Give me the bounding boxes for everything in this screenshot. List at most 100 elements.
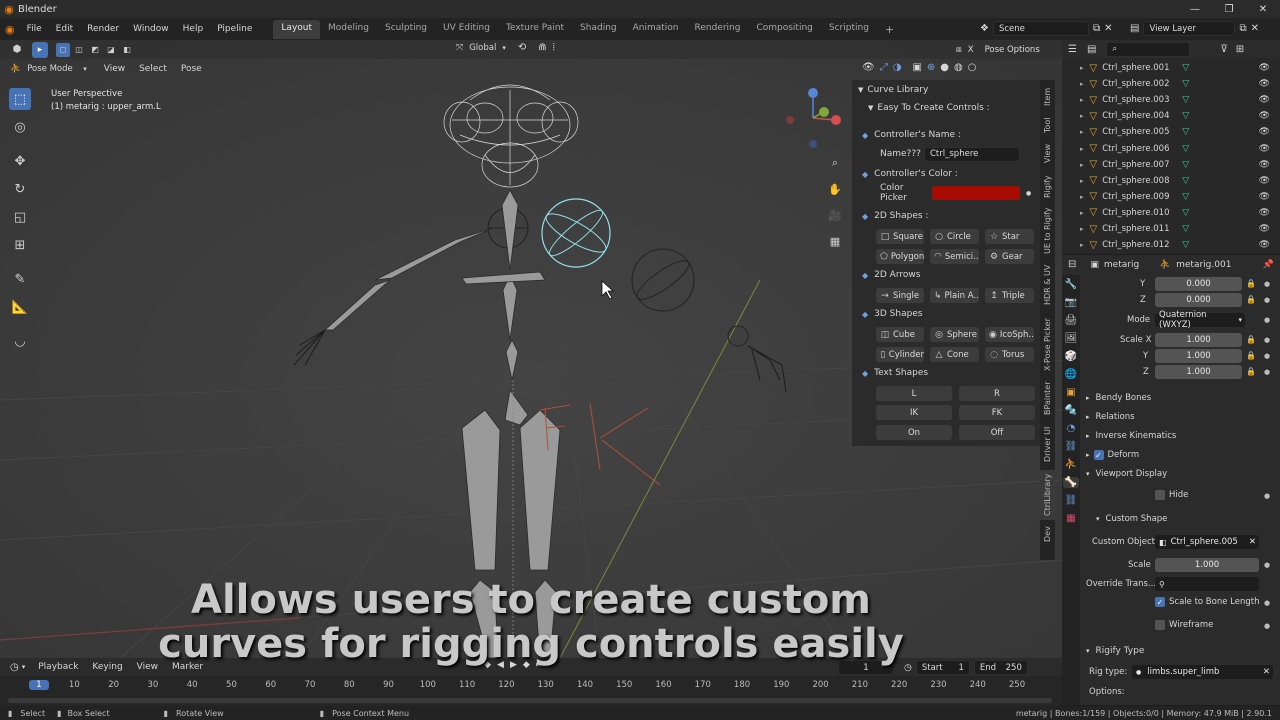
transform-icon[interactable]: ⊞ <box>9 234 31 256</box>
chevron-down-icon[interactable]: ▾ <box>502 44 506 52</box>
tab-scripting[interactable]: Scripting <box>821 20 877 39</box>
tab-compositing[interactable]: Compositing <box>748 20 820 39</box>
cube-button[interactable]: ◫ Cube <box>876 327 924 342</box>
viewport-menu-pose[interactable]: Pose <box>174 64 209 74</box>
eye-icon[interactable]: 👁 <box>1259 240 1270 250</box>
tab-bpainter[interactable]: BPainter <box>1040 378 1055 418</box>
lock-icon[interactable]: 🔒 <box>1246 335 1256 344</box>
rotate-icon[interactable]: ↻ <box>9 178 31 200</box>
timeline-editor-icon[interactable]: ◷ <box>10 662 19 673</box>
physics-icon[interactable]: ◔ <box>1067 423 1076 434</box>
pivot-icon[interactable]: ⟲ <box>518 42 526 53</box>
bone-constraint-icon[interactable]: ⛓ <box>1065 495 1078 506</box>
view-layer-icon[interactable]: ▤ <box>1130 23 1139 34</box>
circle-button[interactable]: ○ Circle <box>930 229 979 244</box>
text-off-button[interactable]: Off <box>959 425 1035 440</box>
outliner-row[interactable]: ▸ ▽ Ctrl_sphere.007 ▽ 👁 <box>1062 157 1280 173</box>
tab-x-pose-picker[interactable]: X-Pose Picker <box>1040 314 1055 376</box>
chevron-right-icon[interactable]: ▸ <box>1080 80 1084 88</box>
clear-icon[interactable]: ✕ <box>1263 667 1270 677</box>
chevron-right-icon[interactable]: ▸ <box>1080 209 1084 217</box>
timeline-editor[interactable]: 1 10 20 30 40 50 60 70 80 90 100 110 120 130 140 150 160… <box>0 676 1062 708</box>
tab-layout[interactable]: Layout <box>273 19 321 39</box>
chevron-right-icon[interactable]: ▸ <box>1080 145 1084 153</box>
play-icon[interactable]: ▶ <box>510 660 517 670</box>
menu-window[interactable]: Window <box>126 24 176 34</box>
outliner-editor-icon[interactable]: ☰ <box>1068 44 1077 55</box>
timeline-menu-view[interactable]: View <box>130 662 165 672</box>
playhead-frame[interactable]: 1 <box>29 680 49 690</box>
text-l-button[interactable]: L <box>876 386 952 401</box>
icosphere-button[interactable]: ◉ IcoSph... <box>985 327 1034 342</box>
close-icon[interactable]: ✕ <box>1246 0 1280 18</box>
chevron-down-icon[interactable]: ▼ <box>858 86 863 94</box>
overlay-icon[interactable]: ◑ <box>893 62 902 73</box>
chevron-right-icon[interactable]: ▸ <box>1080 193 1084 201</box>
location-y-field[interactable]: 0.000 <box>1155 277 1242 291</box>
orientation-value[interactable]: Global <box>469 43 496 53</box>
tab-modeling[interactable]: Modeling <box>320 20 377 39</box>
preview-range-icon[interactable]: ◷ <box>904 663 912 673</box>
outliner-row[interactable]: ▸ ▽ Ctrl_sphere.010 ▽ 👁 <box>1062 205 1280 221</box>
rotation-mode-dropdown[interactable]: Quaternion (WXYZ) ▾ <box>1155 310 1245 330</box>
current-frame-field[interactable]: 1 <box>838 660 894 675</box>
tab-sculpting[interactable]: Sculpting <box>377 20 435 39</box>
eye-icon[interactable]: 👁 <box>1259 95 1270 105</box>
torus-button[interactable]: ◌ Torus <box>985 347 1034 362</box>
render-icon[interactable]: 📷 <box>1065 297 1077 308</box>
panel-custom-shape[interactable]: ▾ Custom Shape <box>1096 514 1167 524</box>
cone-button[interactable]: △ Cone <box>930 347 979 362</box>
outliner-search-input[interactable]: ⌕ <box>1106 41 1191 57</box>
eye-icon[interactable]: 👁 <box>1259 111 1270 121</box>
xray-icon[interactable]: ▣ <box>912 62 921 73</box>
chevron-right-icon[interactable]: ▸ <box>1080 161 1084 169</box>
mode-dropdown[interactable]: Pose Mode <box>27 64 83 74</box>
scale-to-bone-checkbox[interactable]: ✓ <box>1155 597 1165 607</box>
panel-rigify-type[interactable]: ▾ Rigify Type <box>1086 643 1276 659</box>
text-ik-button[interactable]: IK <box>876 405 952 420</box>
pin-icon[interactable]: 📌 <box>1263 260 1274 270</box>
panel-deform[interactable]: ▸ ✓ Deform <box>1086 447 1276 463</box>
clear-icon[interactable]: ✕ <box>1249 537 1256 547</box>
select-box-icon[interactable]: ⬚ <box>9 88 31 110</box>
chevron-right-icon[interactable]: ▸ <box>1080 241 1084 249</box>
semicircle-button[interactable]: ◠ Semici... <box>930 249 979 264</box>
override-transform-field[interactable]: ⚲ <box>1155 577 1259 591</box>
menu-file[interactable]: File <box>20 24 49 34</box>
tab-tool[interactable]: Tool <box>1040 112 1055 138</box>
plain-arrow-button[interactable]: ↳ Plain A... <box>930 288 979 303</box>
texture-icon[interactable]: ▦ <box>1066 513 1075 524</box>
wireframe-shading-icon[interactable]: ⊕ <box>927 62 935 73</box>
timeline-ruler[interactable]: 1 10 20 30 40 50 60 70 80 90 100 110 120 130 140 150 160… <box>0 676 1062 692</box>
mirror-icon[interactable]: ⧈ <box>956 45 962 55</box>
eye-icon[interactable]: 👁 <box>1259 176 1270 186</box>
cylinder-button[interactable]: ▯ Cylinder <box>876 347 924 362</box>
keyframe-dot-icon[interactable]: ● <box>1026 190 1031 197</box>
lock-icon[interactable]: 🔒 <box>1246 351 1256 360</box>
lock-icon[interactable]: 🔒 <box>1246 295 1256 304</box>
material-shading-icon[interactable]: ◍ <box>954 62 963 73</box>
outliner-row[interactable]: ▸ ▽ Ctrl_sphere.008 ▽ 👁 <box>1062 173 1280 189</box>
constraints-icon[interactable]: ⛓ <box>1065 441 1078 452</box>
bone-props-icon[interactable]: 🦴 <box>1062 477 1080 488</box>
scale-icon[interactable]: ◱ <box>9 206 31 228</box>
location-z-field[interactable]: 0.000 <box>1155 293 1242 307</box>
prev-keyframe-icon[interactable]: ◆ <box>484 660 491 670</box>
tab-item[interactable]: Item <box>1040 84 1055 110</box>
outliner-row[interactable]: ▸ ▽ Ctrl_sphere.009 ▽ 👁 <box>1062 189 1280 205</box>
zoom-icon[interactable]: ⌕ <box>824 152 846 174</box>
blender-menu-icon[interactable]: ◉ <box>0 23 20 36</box>
text-fk-button[interactable]: FK <box>959 405 1035 420</box>
scale-y-field[interactable]: 1.000 <box>1155 349 1242 363</box>
keyframe-dot-icon[interactable]: ● <box>1264 368 1270 376</box>
view-layer-props-icon[interactable]: 🖼 <box>1065 333 1078 344</box>
color-picker-swatch[interactable] <box>932 186 1020 200</box>
timeline-menu-marker[interactable]: Marker <box>165 662 210 672</box>
custom-shape-scale-field[interactable]: 1.000 <box>1155 558 1259 572</box>
outliner-row[interactable]: ▸ ▽ Ctrl_sphere.005 ▽ 👁 <box>1062 124 1280 140</box>
tab-rigify[interactable]: Rigify <box>1040 172 1055 202</box>
orientation-icon[interactable]: ⤧ <box>456 43 463 53</box>
keyframe-dot-icon[interactable]: ● <box>1264 492 1270 500</box>
keyframe-dot-icon[interactable]: ● <box>1264 296 1270 304</box>
tab-driver-ui[interactable]: Driver UI <box>1040 422 1055 466</box>
